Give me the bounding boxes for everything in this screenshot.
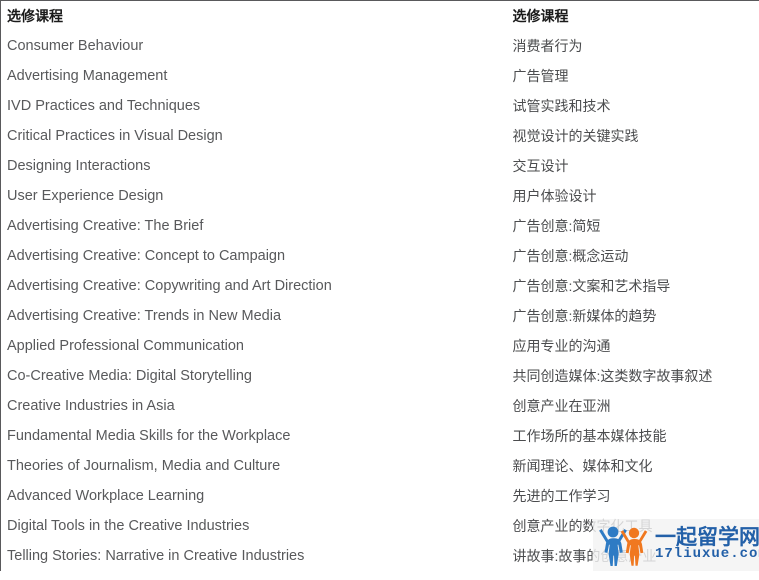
course-name-zh-cell: 广告创意:简短 — [507, 211, 759, 241]
course-name-en-cell: Digital Tools in the Creative Industries — [1, 511, 507, 541]
course-name-zh: 讲故事:故事的创意产业 — [512, 548, 657, 564]
course-name-zh: 新闻理论、媒体和文化 — [512, 458, 653, 474]
course-name-en: Designing Interactions — [7, 158, 151, 174]
course-name-zh-cell: 工作场所的基本媒体技能 — [507, 421, 759, 451]
course-name-zh: 共同创造媒体:这类数字故事叙述 — [512, 368, 713, 384]
course-name-zh: 广告创意:概念运动 — [512, 248, 629, 264]
table-row: Telling Stories: Narrative in Creative I… — [1, 541, 759, 571]
table-row: User Experience Design 用户体验设计 — [1, 181, 759, 211]
column-header-chinese-label: 选修课程 — [512, 8, 569, 24]
course-name-en-cell: Advanced Workplace Learning — [1, 481, 507, 511]
course-name-en: Advertising Management — [7, 68, 168, 84]
course-name-en: Digital Tools in the Creative Industries — [7, 518, 250, 534]
course-name-zh: 消费者行为 — [512, 38, 583, 54]
table-row: Advertising Creative: Concept to Campaig… — [1, 241, 759, 271]
course-name-zh-cell: 共同创造媒体:这类数字故事叙述 — [507, 361, 759, 391]
course-name-zh-cell: 创意产业的数字化工具 — [507, 511, 759, 541]
course-name-en-cell: Advertising Management — [1, 61, 507, 91]
course-name-zh: 工作场所的基本媒体技能 — [512, 428, 667, 444]
course-name-en: Telling Stories: Narrative in Creative I… — [7, 548, 305, 564]
course-name-zh: 应用专业的沟通 — [512, 338, 611, 354]
course-name-en: Advertising Creative: Copywriting and Ar… — [7, 278, 332, 294]
course-name-en-cell: Telling Stories: Narrative in Creative I… — [1, 541, 507, 571]
course-name-zh-cell: 应用专业的沟通 — [507, 331, 759, 361]
course-name-zh-cell: 讲故事:故事的创意产业 — [507, 541, 759, 571]
course-name-en: Advanced Workplace Learning — [7, 488, 205, 504]
course-name-zh-cell: 广告创意:文案和艺术指导 — [507, 271, 759, 301]
course-name-zh: 先进的工作学习 — [512, 488, 611, 504]
table-row: Co-Creative Media: Digital Storytelling … — [1, 361, 759, 391]
course-name-en: Theories of Journalism, Media and Cultur… — [7, 458, 281, 474]
course-name-en-cell: User Experience Design — [1, 181, 507, 211]
course-name-zh-cell: 新闻理论、媒体和文化 — [507, 451, 759, 481]
course-name-en: Creative Industries in Asia — [7, 398, 175, 414]
course-name-zh: 广告创意:文案和艺术指导 — [512, 278, 671, 294]
course-name-en: Applied Professional Communication — [7, 338, 244, 354]
course-name-zh: 视觉设计的关键实践 — [512, 128, 639, 144]
course-name-en-cell: Advertising Creative: Trends in New Medi… — [1, 301, 507, 331]
course-name-en-cell: Co-Creative Media: Digital Storytelling — [1, 361, 507, 391]
course-name-zh-cell: 消费者行为 — [507, 31, 759, 61]
course-name-zh-cell: 创意产业在亚洲 — [507, 391, 759, 421]
course-name-zh-cell: 先进的工作学习 — [507, 481, 759, 511]
course-name-zh-cell: 视觉设计的关键实践 — [507, 121, 759, 151]
table-row: Advanced Workplace Learning 先进的工作学习 — [1, 481, 759, 511]
course-name-en: Advertising Creative: Trends in New Medi… — [7, 308, 282, 324]
course-name-en-cell: Applied Professional Communication — [1, 331, 507, 361]
column-header-chinese: 选修课程 — [507, 1, 759, 32]
course-name-en-cell: Creative Industries in Asia — [1, 391, 507, 421]
table-row: Designing Interactions 交互设计 — [1, 151, 759, 181]
course-name-zh: 广告创意:简短 — [512, 218, 601, 234]
table-row: Advertising Creative: Trends in New Medi… — [1, 301, 759, 331]
table-header-row: 选修课程 选修课程 — [1, 1, 759, 32]
course-name-zh-cell: 用户体验设计 — [507, 181, 759, 211]
course-list-page: 选修课程 选修课程 Consumer Behaviour 消费者行为 Adver… — [0, 0, 759, 580]
table-row: Theories of Journalism, Media and Cultur… — [1, 451, 759, 481]
course-name-zh-cell: 试管实践和技术 — [507, 91, 759, 121]
table-body: 选修课程 选修课程 Consumer Behaviour 消费者行为 Adver… — [1, 1, 759, 572]
table-row: Advertising Management 广告管理 — [1, 61, 759, 91]
course-name-zh: 创意产业在亚洲 — [512, 398, 611, 414]
table-row: Digital Tools in the Creative Industries… — [1, 511, 759, 541]
course-name-zh-cell: 广告管理 — [507, 61, 759, 91]
course-name-en: IVD Practices and Techniques — [7, 98, 201, 114]
course-name-zh: 创意产业的数字化工具 — [512, 518, 653, 534]
course-name-en: Fundamental Media Skills for the Workpla… — [7, 428, 291, 444]
course-name-en-cell: Fundamental Media Skills for the Workpla… — [1, 421, 507, 451]
table-row: Consumer Behaviour 消费者行为 — [1, 31, 759, 61]
course-name-en-cell: IVD Practices and Techniques — [1, 91, 507, 121]
table-row: IVD Practices and Techniques 试管实践和技术 — [1, 91, 759, 121]
column-header-english-label: 选修课程 — [7, 8, 63, 24]
course-name-zh: 用户体验设计 — [512, 188, 597, 204]
elective-courses-table: 选修课程 选修课程 Consumer Behaviour 消费者行为 Adver… — [0, 0, 759, 571]
course-name-en: Critical Practices in Visual Design — [7, 128, 223, 144]
course-name-en-cell: Advertising Creative: The Brief — [1, 211, 507, 241]
course-name-zh-cell: 广告创意:新媒体的趋势 — [507, 301, 759, 331]
course-name-en-cell: Designing Interactions — [1, 151, 507, 181]
course-name-zh-cell: 交互设计 — [507, 151, 759, 181]
course-name-en: Consumer Behaviour — [7, 38, 144, 54]
course-name-en-cell: Advertising Creative: Copywriting and Ar… — [1, 271, 507, 301]
course-name-en: Advertising Creative: The Brief — [7, 218, 204, 234]
table-row: Creative Industries in Asia 创意产业在亚洲 — [1, 391, 759, 421]
course-name-zh: 广告创意:新媒体的趋势 — [512, 308, 657, 324]
table-row: Advertising Creative: The Brief 广告创意:简短 — [1, 211, 759, 241]
course-name-en-cell: Critical Practices in Visual Design — [1, 121, 507, 151]
course-name-zh: 交互设计 — [512, 158, 569, 174]
course-name-en-cell: Advertising Creative: Concept to Campaig… — [1, 241, 507, 271]
course-name-zh: 试管实践和技术 — [512, 98, 611, 114]
course-name-en: Advertising Creative: Concept to Campaig… — [7, 248, 286, 264]
table-row: Advertising Creative: Copywriting and Ar… — [1, 271, 759, 301]
course-name-zh-cell: 广告创意:概念运动 — [507, 241, 759, 271]
column-header-english: 选修课程 — [1, 1, 507, 32]
course-name-en: Co-Creative Media: Digital Storytelling — [7, 368, 252, 384]
course-name-zh: 广告管理 — [512, 68, 569, 84]
course-name-en-cell: Theories of Journalism, Media and Cultur… — [1, 451, 507, 481]
table-row: Fundamental Media Skills for the Workpla… — [1, 421, 759, 451]
course-name-en: User Experience Design — [7, 188, 164, 204]
course-name-en-cell: Consumer Behaviour — [1, 31, 507, 61]
table-row: Critical Practices in Visual Design 视觉设计… — [1, 121, 759, 151]
table-row: Applied Professional Communication 应用专业的… — [1, 331, 759, 361]
